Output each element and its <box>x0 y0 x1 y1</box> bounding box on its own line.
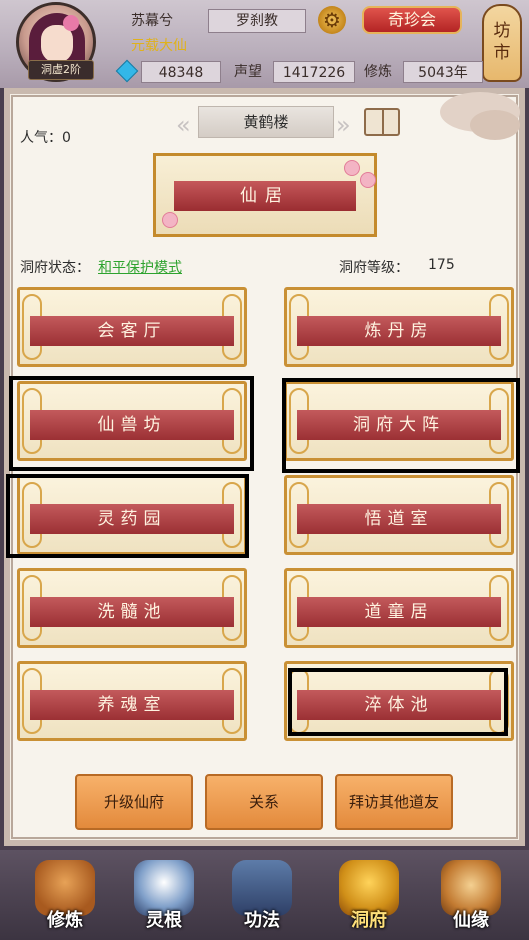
player-title: 元载大仙 <box>131 38 187 54</box>
market-button[interactable]: 坊 市 <box>482 4 522 82</box>
nav-label: 修炼 <box>47 910 83 931</box>
player-name: 苏幕兮 <box>131 13 173 29</box>
room-label: 道童居 <box>297 597 501 627</box>
nav-label: 仙缘 <box>453 910 489 931</box>
nav-label: 灵根 <box>146 910 182 931</box>
room-alchemy[interactable]: 炼丹房 <box>284 287 514 367</box>
relations-button[interactable]: 关系 <box>205 774 323 830</box>
room-reception-hall[interactable]: 会客厅 <box>17 287 247 367</box>
flower-icon <box>63 15 79 31</box>
nav-spirit-root[interactable]: 灵根 <box>128 856 200 936</box>
location-title: 黄鹤楼 <box>198 106 334 138</box>
nav-cave[interactable]: 洞府 <box>333 856 405 936</box>
room-herb-garden[interactable]: 灵药园 <box>17 475 247 555</box>
blossom-icon <box>162 212 178 228</box>
cave-status-label: 洞府状态： <box>20 260 90 276</box>
main-room-card[interactable]: 仙居 <box>153 153 377 237</box>
room-label: 炼丹房 <box>297 316 501 346</box>
cave-level-label: 洞府等级： <box>339 260 409 276</box>
next-location-icon[interactable]: » <box>336 111 351 139</box>
blossom-icon <box>360 172 376 188</box>
reputation-label: 声望 <box>234 64 262 80</box>
cultivation-label: 修炼 <box>364 64 392 80</box>
spirit-stones-value: 48348 <box>141 61 221 83</box>
nav-label: 功法 <box>244 910 280 931</box>
popularity-text: 人气：0 <box>20 130 71 146</box>
room-label: 会客厅 <box>30 316 234 346</box>
reputation-value: 1417226 <box>273 61 355 83</box>
room-marrow-pool[interactable]: 洗髓池 <box>17 568 247 648</box>
room-beast-workshop[interactable]: 仙兽坊 <box>17 381 247 461</box>
room-body-tempering-pool[interactable]: 淬体池 <box>284 661 514 741</box>
room-label: 淬体池 <box>297 690 501 720</box>
room-enlightenment[interactable]: 悟道室 <box>284 475 514 555</box>
cave-level-value: 175 <box>428 257 455 273</box>
sect-name: 罗刹教 <box>208 9 306 33</box>
main-room-label: 仙居 <box>174 181 356 211</box>
cloud-decoration <box>470 110 520 140</box>
cave-status-link[interactable]: 和平保护模式 <box>98 257 182 277</box>
nav-fate[interactable]: 仙缘 <box>435 856 507 936</box>
room-label: 洗髓池 <box>30 597 234 627</box>
cultivation-value: 5043年 <box>403 61 483 83</box>
blossom-icon <box>344 160 360 176</box>
room-disciple-quarters[interactable]: 道童居 <box>284 568 514 648</box>
rank-badge: 洞虚2阶 <box>28 60 94 80</box>
treasure-button[interactable]: 奇珍会 <box>362 6 462 34</box>
nav-cultivation[interactable]: 修炼 <box>29 856 101 936</box>
gear-icon[interactable]: ⚙ <box>318 6 346 34</box>
book-icon[interactable] <box>364 108 400 136</box>
room-grand-array[interactable]: 洞府大阵 <box>284 381 514 461</box>
room-label: 养魂室 <box>30 690 234 720</box>
room-label: 悟道室 <box>297 504 501 534</box>
market-label: 坊 市 <box>493 21 511 63</box>
upgrade-cave-button[interactable]: 升级仙府 <box>75 774 193 830</box>
nav-label: 洞府 <box>351 910 387 931</box>
room-label: 灵药园 <box>30 504 234 534</box>
prev-location-icon[interactable]: « <box>176 111 191 139</box>
visit-friends-button[interactable]: 拜访其他道友 <box>335 774 453 830</box>
room-label: 仙兽坊 <box>30 410 234 440</box>
nav-techniques[interactable]: 功法 <box>226 856 298 936</box>
room-label: 洞府大阵 <box>297 410 501 440</box>
room-soul-chamber[interactable]: 养魂室 <box>17 661 247 741</box>
